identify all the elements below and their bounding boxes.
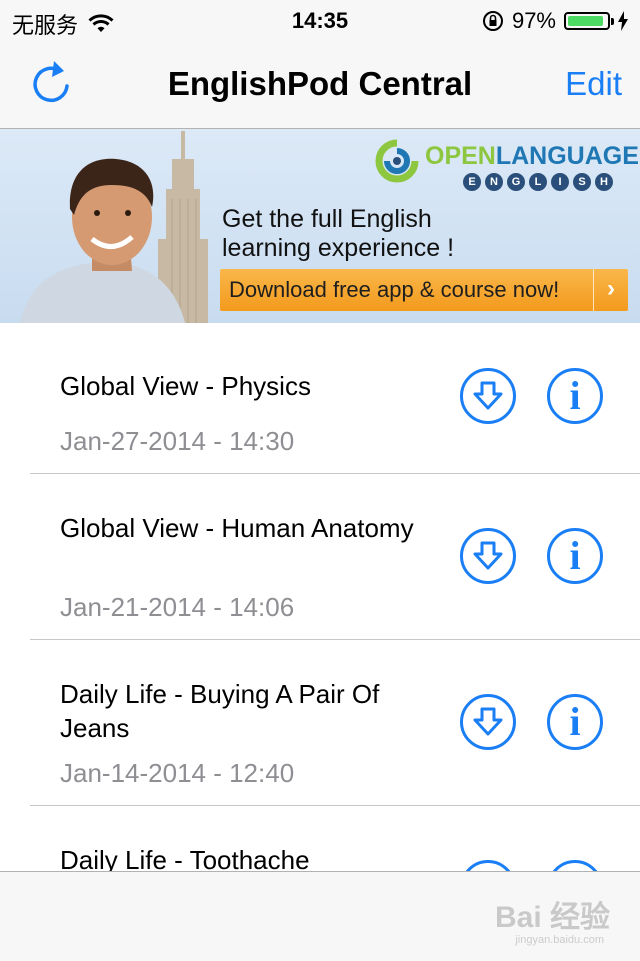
download-arrow-icon xyxy=(473,381,503,410)
lesson-list: Global View - Physics Jan-27-2014 - 14:3… xyxy=(0,324,640,916)
list-item[interactable]: Global View - Human Anatomy Jan-21-2014 … xyxy=(0,474,640,640)
info-icon: i xyxy=(569,533,581,578)
english-letter: S xyxy=(573,173,591,191)
download-arrow-icon xyxy=(473,541,503,570)
edit-button[interactable]: Edit xyxy=(565,65,622,103)
lesson-title: Global View - Human Anatomy xyxy=(60,513,414,543)
lesson-title: Daily Life - Buying A Pair Of Jeans xyxy=(60,679,380,743)
info-button[interactable]: i xyxy=(547,694,603,750)
openlanguage-logo-icon xyxy=(375,139,419,183)
openlanguage-english: ENGLISH xyxy=(463,173,613,191)
list-item[interactable]: Daily Life - Buying A Pair Of Jeans Jan-… xyxy=(0,640,640,806)
info-icon: i xyxy=(569,699,581,744)
battery-icon xyxy=(564,12,614,30)
lesson-date: Jan-14-2014 - 12:40 xyxy=(60,758,295,788)
download-arrow-icon xyxy=(473,707,503,736)
lesson-date: Jan-27-2014 - 14:30 xyxy=(60,426,295,456)
info-button[interactable]: i xyxy=(547,368,603,424)
charging-icon xyxy=(618,11,628,31)
info-button[interactable]: i xyxy=(547,528,603,584)
ad-banner[interactable]: OPENLANGUAGE ENGLISH Get the full Englis… xyxy=(0,129,640,323)
download-button[interactable] xyxy=(460,694,516,750)
download-cta-label: Download free app & course now! xyxy=(229,277,560,302)
english-letter: E xyxy=(463,173,481,191)
status-bar: 无服务 14:35 97% xyxy=(0,0,640,40)
page-title: EnglishPod Central xyxy=(167,65,473,102)
chevron-right-icon: › xyxy=(593,269,628,311)
info-icon: i xyxy=(569,373,581,418)
english-letter: N xyxy=(485,173,503,191)
download-cta-button[interactable]: Download free app & course now! › xyxy=(220,269,628,311)
download-button[interactable] xyxy=(460,528,516,584)
status-right: 97% xyxy=(482,8,628,34)
english-letter: H xyxy=(595,173,613,191)
openlanguage-brand: OPENLANGUAGE xyxy=(425,142,639,170)
openlanguage-logo: OPENLANGUAGE ENGLISH xyxy=(375,137,639,193)
lesson-title: Global View - Physics xyxy=(60,371,311,401)
bottom-toolbar: Bai 经验 jingyan.baidu.com xyxy=(0,871,640,961)
watermark: Bai 经验 xyxy=(494,901,610,934)
battery-level xyxy=(568,16,603,26)
download-button[interactable] xyxy=(460,368,516,424)
english-letter: L xyxy=(529,173,547,191)
battery-percent: 97% xyxy=(511,8,556,33)
english-letter: I xyxy=(551,173,569,191)
lesson-date: Jan-21-2014 - 14:06 xyxy=(60,592,295,622)
english-letter: G xyxy=(507,173,525,191)
watermark-url: jingyan.baidu.com xyxy=(515,934,604,946)
nav-bar: EnglishPod Central Edit xyxy=(0,40,640,129)
rotation-lock-icon xyxy=(482,11,503,31)
list-item[interactable]: Global View - Physics Jan-27-2014 - 14:3… xyxy=(0,324,640,474)
banner-headline: Get the full English learning experience… xyxy=(222,205,455,262)
